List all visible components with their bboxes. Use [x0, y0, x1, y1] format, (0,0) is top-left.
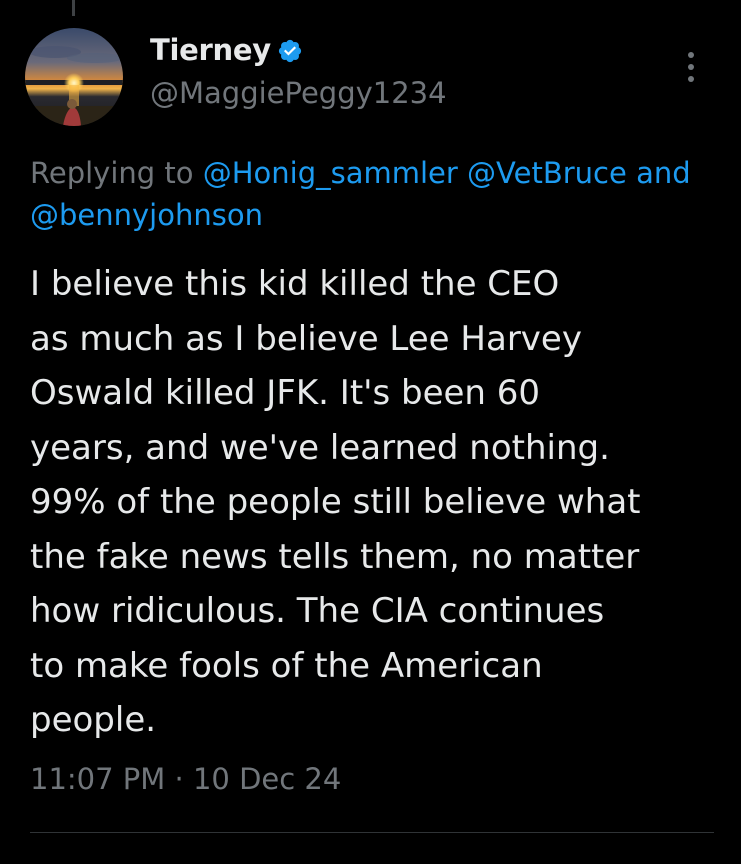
tweet-text-line: years, and we've learned nothing.	[30, 427, 610, 468]
tweet-text-line: to make fools of the American	[30, 645, 543, 686]
author-name-row: Tierney	[150, 33, 303, 67]
tweet-text-line: I believe this kid killed the CEO	[30, 264, 560, 304]
tweet-text-line: the fake news tells them, no matter	[30, 536, 640, 577]
thread-connector-line	[72, 0, 75, 16]
tweet-text-line: Oswald killed JFK. It's been 60	[30, 373, 541, 413]
tweet-timestamp[interactable]: 11:07 PM · 10 Dec 24	[30, 762, 341, 796]
tweet-date: 10 Dec 24	[192, 762, 342, 796]
tweet-text-line: 99% of the people still believe what	[30, 482, 641, 522]
tweet-time: 11:07 PM	[30, 762, 166, 796]
mention-link[interactable]: @bennyjohnson	[30, 193, 263, 237]
mention-others-link[interactable]: and	[636, 156, 691, 190]
replying-to-prefix: Replying to	[30, 156, 194, 190]
mention-link[interactable]: @VetBruce	[467, 156, 627, 190]
timestamp-separator: ·	[174, 762, 184, 796]
replying-to-line: Replying to @Honig_sammler @VetBruce and	[30, 148, 741, 198]
author-handle[interactable]: @MaggiePeggy1234	[150, 76, 447, 110]
tweet-text-line: people.	[30, 700, 157, 740]
mention-link[interactable]: @Honig_sammler	[203, 156, 458, 190]
tweet-text-line: how ridiculous. The CIA continues	[30, 591, 605, 631]
avatar-image	[25, 28, 123, 126]
avatar[interactable]	[25, 28, 123, 126]
author-display-name[interactable]: Tierney	[150, 33, 271, 67]
tweet-text-line: as much as I believe Lee Harvey	[30, 318, 582, 359]
tweet-text: I believe this kid killed the CEO as muc…	[30, 257, 730, 748]
verified-badge-icon	[278, 39, 301, 63]
divider	[30, 832, 714, 833]
more-options-icon[interactable]	[681, 47, 701, 87]
